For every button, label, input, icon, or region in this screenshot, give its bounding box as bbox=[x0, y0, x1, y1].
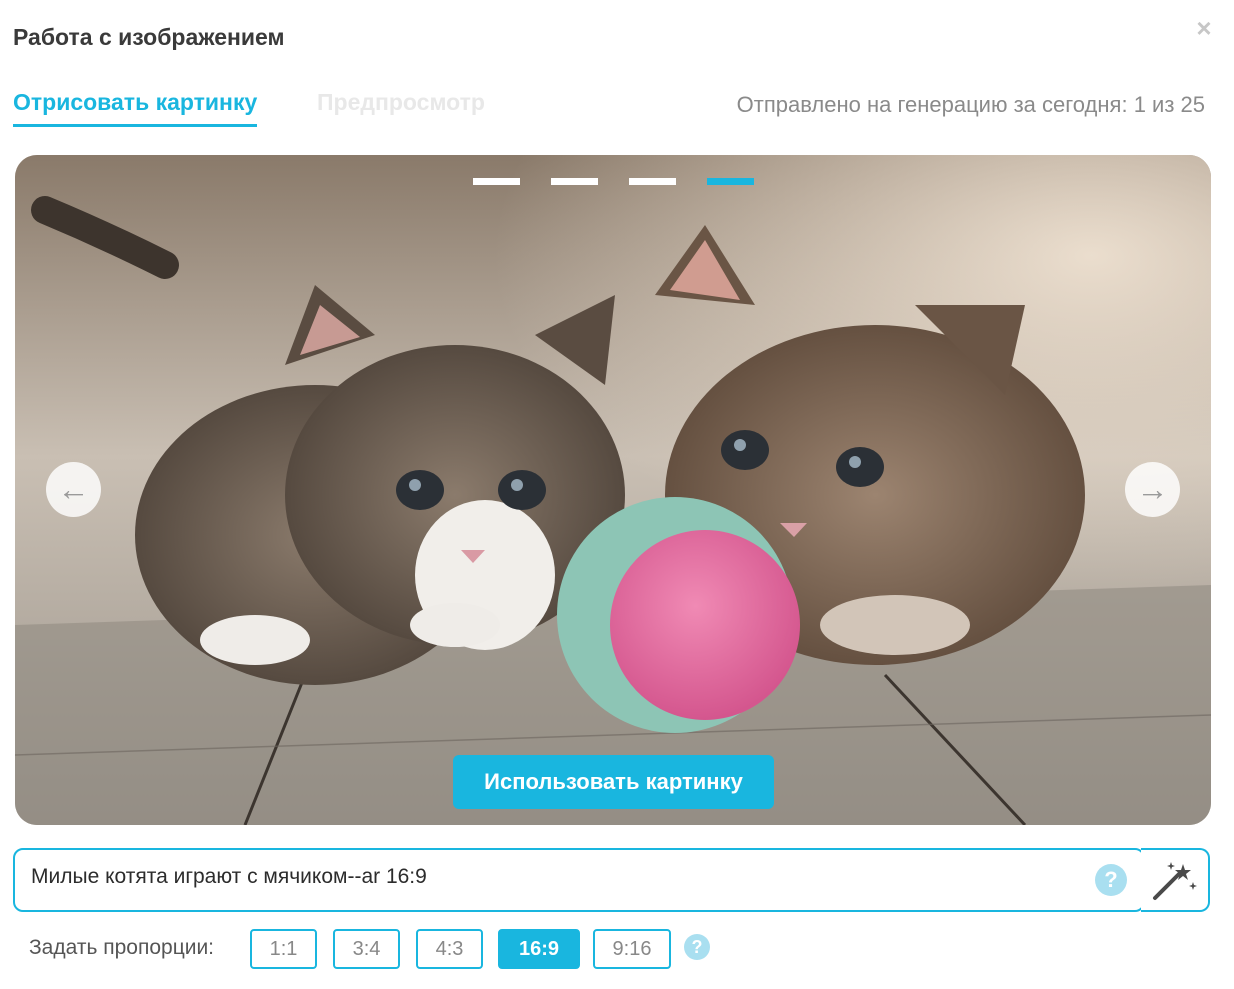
ratio-help-icon[interactable]: ? bbox=[684, 934, 710, 960]
tab-preview[interactable]: Предпросмотр bbox=[317, 89, 485, 124]
ratio-4-3-button[interactable]: 4:3 bbox=[416, 929, 483, 969]
generated-image-carousel: ← → Использовать картинку bbox=[15, 155, 1211, 825]
aspect-ratio-label: Задать пропорции: bbox=[29, 936, 215, 959]
slide-dot-2[interactable] bbox=[551, 178, 598, 185]
dialog-title: Работа с изображением bbox=[13, 24, 285, 50]
ratio-3-4-button[interactable]: 3:4 bbox=[333, 929, 400, 969]
quota-value: 1 из 25 bbox=[1133, 92, 1205, 117]
prompt-text[interactable]: Милые котята играют с мячиком--ar 16:9 bbox=[31, 865, 427, 889]
use-image-button[interactable]: Использовать картинку bbox=[453, 755, 774, 809]
generation-quota: Отправлено на генерацию за сегодня: 1 из… bbox=[737, 92, 1205, 118]
prompt-input[interactable]: Милые котята играют с мячиком--ar 16:9 ? bbox=[13, 848, 1145, 912]
quota-label: Отправлено на генерацию за сегодня: bbox=[736, 92, 1128, 117]
ratio-1-1-button[interactable]: 1:1 bbox=[250, 929, 317, 969]
image-dialog: Работа с изображением × Отрисовать карти… bbox=[0, 0, 1234, 989]
magic-wand-icon[interactable] bbox=[1141, 848, 1210, 912]
slide-indicator bbox=[473, 178, 754, 185]
ratio-16-9-button[interactable]: 16:9 bbox=[498, 929, 580, 969]
tab-draw-picture[interactable]: Отрисовать картинку bbox=[13, 89, 258, 127]
close-icon[interactable]: × bbox=[1192, 15, 1216, 41]
kittens-image bbox=[15, 155, 1211, 825]
slide-dot-1[interactable] bbox=[473, 178, 520, 185]
slide-dot-3[interactable] bbox=[629, 178, 676, 185]
arrow-left-icon[interactable]: ← bbox=[46, 462, 101, 517]
slide-dot-4[interactable] bbox=[707, 178, 754, 185]
prompt-area: Милые котята играют с мячиком--ar 16:9 ? bbox=[13, 848, 1212, 912]
ratio-9-16-button[interactable]: 9:16 bbox=[593, 929, 671, 969]
help-icon[interactable]: ? bbox=[1095, 864, 1127, 896]
arrow-right-icon[interactable]: → bbox=[1125, 462, 1180, 517]
